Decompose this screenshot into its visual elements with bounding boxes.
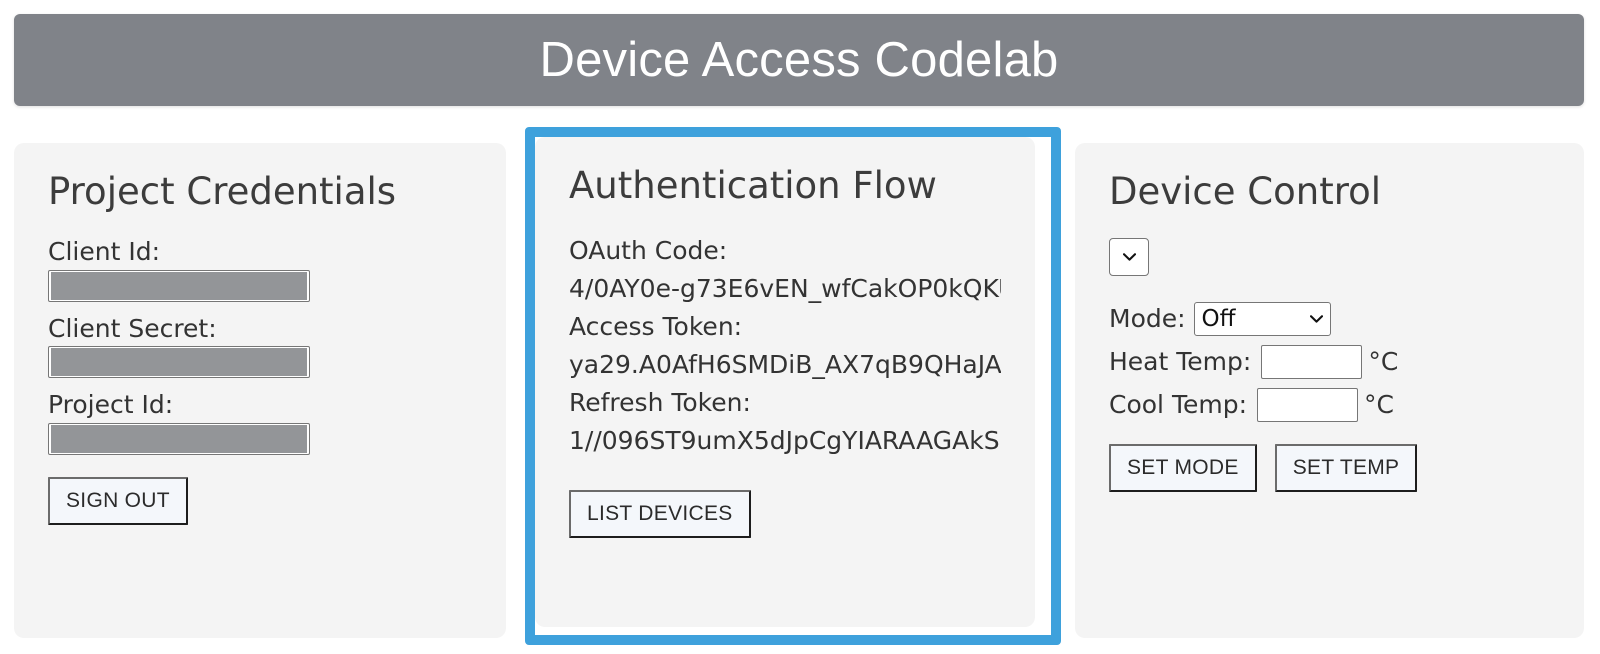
app-header: Device Access Codelab <box>14 14 1584 106</box>
device-control-panel: Device Control Mode: Off Heat Temp: °C C… <box>1075 143 1584 638</box>
refresh-token-value: 1//096ST9umX5dJpCgYIARAAGAkSNw <box>569 425 1001 455</box>
device-picker-select[interactable] <box>1109 237 1149 276</box>
client-id-label: Client Id: <box>48 236 160 266</box>
mode-label: Mode: <box>1109 304 1186 334</box>
project-id-redaction <box>51 425 307 454</box>
authentication-flow-values: OAuth Code: 4/0AY0e-g73E6vEN_wfCakOP0kQK… <box>569 232 1001 460</box>
client-secret-field-group: Client Secret: <box>48 313 472 379</box>
project-id-label: Project Id: <box>48 390 174 420</box>
set-temp-button[interactable]: SET TEMP <box>1274 443 1418 492</box>
client-secret-redaction <box>51 348 307 377</box>
list-devices-button[interactable]: LIST DEVICES <box>569 489 751 538</box>
page-title: Device Access Codelab <box>539 32 1059 87</box>
authentication-flow-title: Authentication Flow <box>569 164 937 207</box>
oauth-code-label: OAuth Code: <box>569 235 728 265</box>
authentication-flow-panel: Authentication Flow OAuth Code: 4/0AY0e-… <box>535 137 1035 627</box>
project-id-input[interactable] <box>48 423 310 456</box>
chevron-down-icon <box>1309 315 1323 323</box>
client-secret-label: Client Secret: <box>48 313 217 343</box>
cool-temp-input[interactable] <box>1257 387 1358 422</box>
heat-temp-label: Heat Temp: <box>1109 347 1252 377</box>
authentication-flow-highlight: Authentication Flow OAuth Code: 4/0AY0e-… <box>525 127 1061 645</box>
cool-temp-row: Cool Temp: °C <box>1109 387 1550 422</box>
client-secret-input[interactable] <box>48 346 310 379</box>
client-id-input[interactable] <box>48 269 310 302</box>
heat-temp-input[interactable] <box>1261 344 1363 379</box>
cool-temp-label: Cool Temp: <box>1109 390 1247 420</box>
authentication-flow-actions: LIST DEVICES <box>569 489 1001 538</box>
device-control-title: Device Control <box>1109 170 1382 213</box>
credentials-actions: SIGN OUT <box>48 477 472 526</box>
project-credentials-panel: Project Credentials Client Id: Client Se… <box>14 143 506 638</box>
device-control-actions: SET MODE SET TEMP <box>1109 443 1550 492</box>
access-token-label: Access Token: <box>569 311 743 341</box>
chevron-down-icon <box>1122 253 1136 261</box>
access-token-value: ya29.A0AfH6SMDiB_AX7qB9QHaJA-Bb <box>569 349 1001 379</box>
heat-temp-row: Heat Temp: °C <box>1109 344 1550 379</box>
mode-select-value: Off <box>1201 305 1236 332</box>
sign-out-button[interactable]: SIGN OUT <box>48 477 188 526</box>
cool-temp-unit: °C <box>1364 390 1394 420</box>
client-id-redaction <box>51 271 307 300</box>
panels-row: Project Credentials Client Id: Client Se… <box>0 127 1600 654</box>
project-credentials-title: Project Credentials <box>48 170 397 213</box>
refresh-token-label: Refresh Token: <box>569 387 751 417</box>
mode-select[interactable]: Off <box>1193 301 1331 336</box>
project-id-field-group: Project Id: <box>48 390 472 456</box>
page-root: Device Access Codelab Project Credential… <box>0 0 1600 654</box>
set-mode-button[interactable]: SET MODE <box>1109 443 1257 492</box>
oauth-code-value: 4/0AY0e-g73E6vEN_wfCakOP0kQKUTH <box>569 273 1001 303</box>
client-id-field-group: Client Id: <box>48 236 472 302</box>
heat-temp-unit: °C <box>1368 347 1399 377</box>
mode-row: Mode: Off <box>1109 301 1550 336</box>
